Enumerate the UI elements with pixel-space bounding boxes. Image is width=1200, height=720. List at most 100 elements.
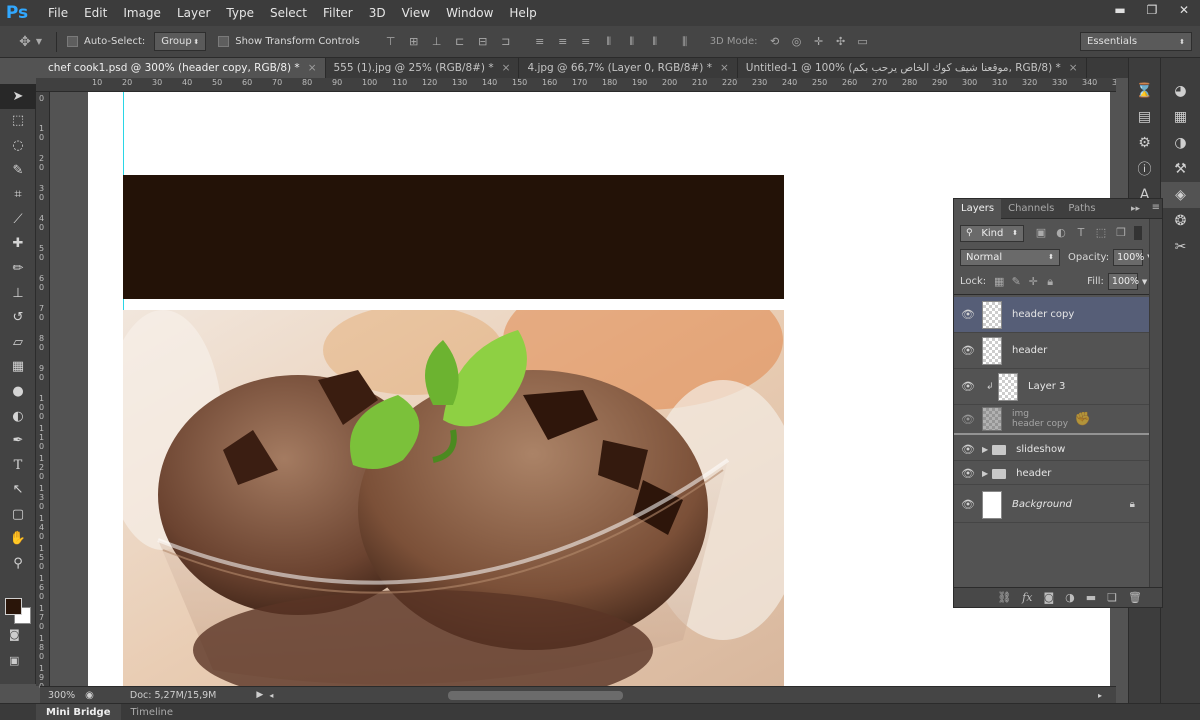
eraser-tool-icon[interactable]: ▱ — [0, 330, 36, 355]
distribute-hcenter-icon[interactable]: ⦀ — [625, 35, 639, 49]
transform-controls-checkbox[interactable] — [218, 36, 230, 47]
distribute-left-icon[interactable]: ⦀ — [602, 35, 616, 49]
filter-shape-icon[interactable]: ⬚ — [1094, 226, 1108, 240]
distribute-top-icon[interactable]: ≡ — [533, 35, 547, 49]
restore-icon[interactable]: ❐ — [1136, 0, 1168, 20]
lasso-tool-icon[interactable]: ◌ — [0, 133, 36, 158]
zoom-level[interactable]: 300% — [48, 690, 75, 701]
layer-row[interactable]: 👁︎ header — [954, 333, 1149, 369]
menu-layer[interactable]: Layer — [169, 0, 218, 26]
distribute-bottom-icon[interactable]: ≡ — [579, 35, 593, 49]
gradient-tool-icon[interactable]: ▦ — [0, 355, 36, 380]
eye-icon[interactable]: 👁︎ — [954, 443, 982, 456]
tab-layers[interactable]: Layers — [954, 198, 1002, 219]
layer-row[interactable]: 👁︎ Background 🔒︎ — [954, 487, 1149, 523]
auto-select-dropdown[interactable]: Group ⬍ — [154, 32, 207, 51]
path-select-tool-icon[interactable]: ↖ — [0, 478, 36, 503]
close-icon[interactable]: × — [720, 62, 729, 74]
lock-position-icon[interactable]: ✛ — [1026, 275, 1040, 289]
layer-row[interactable]: 👁︎ ↲ Layer 3 — [954, 369, 1149, 405]
align-right-icon[interactable]: ⊐ — [499, 35, 513, 49]
status-menu-arrow-icon[interactable]: ▶ — [256, 690, 263, 700]
layers-panel-icon[interactable]: ◈ — [1161, 182, 1200, 208]
menu-type[interactable]: Type — [218, 0, 262, 26]
minimize-icon[interactable]: ▬ — [1104, 0, 1136, 20]
align-hcenter-icon[interactable]: ⊟ — [476, 35, 490, 49]
blur-tool-icon[interactable]: ● — [0, 379, 36, 404]
chevron-down-icon[interactable]: ▼ — [1142, 278, 1147, 286]
horizontal-scrollbar-thumb[interactable] — [448, 691, 623, 700]
styles-panel-icon[interactable]: ⚒ — [1161, 156, 1200, 182]
new-group-icon[interactable]: ▬ — [1086, 591, 1096, 604]
collapse-icon[interactable]: ▸▸ — [1131, 204, 1140, 214]
eye-icon[interactable]: 👁︎ — [954, 308, 982, 321]
scroll-right-icon[interactable]: ▸ — [1098, 691, 1102, 700]
align-vcenter-icon[interactable]: ⊞ — [407, 35, 421, 49]
ice-cream-photo[interactable] — [123, 310, 784, 686]
move-tool-icon[interactable]: ➤ — [0, 84, 36, 109]
fill-input[interactable]: 100% — [1107, 273, 1139, 290]
new-layer-icon[interactable]: ❏ — [1107, 591, 1117, 604]
chevron-down-icon[interactable]: ▼ — [32, 35, 46, 49]
fx-icon[interactable]: fx — [1022, 591, 1032, 604]
menu-image[interactable]: Image — [115, 0, 169, 26]
pen-tool-icon[interactable]: ✒ — [0, 428, 36, 453]
color-panel-icon[interactable]: ◕ — [1161, 78, 1200, 104]
expand-arrow-icon[interactable]: ▶ — [982, 469, 988, 478]
filter-type-icon[interactable]: T — [1074, 226, 1088, 240]
3d-slide-icon[interactable]: ✣ — [834, 35, 848, 49]
3d-roll-icon[interactable]: ◎ — [790, 35, 804, 49]
dodge-tool-icon[interactable]: ◐ — [0, 404, 36, 429]
trash-icon[interactable]: 🗑︎ — [1128, 591, 1142, 604]
doc-tab[interactable]: 555 (1).jpg @ 25% (RGB/8#) * × — [326, 58, 520, 78]
stamp-tool-icon[interactable]: ⊥ — [0, 281, 36, 306]
auto-align-icon[interactable]: ⫼ — [678, 35, 692, 49]
align-bottom-icon[interactable]: ⊥ — [430, 35, 444, 49]
blend-mode-dropdown[interactable]: Normal ⬍ — [960, 248, 1060, 266]
layer-group-row[interactable]: 👁︎ ▶ header — [954, 463, 1149, 485]
new-adjustment-icon[interactable]: ◑ — [1065, 591, 1075, 604]
adjust-icon[interactable]: ⚙ — [1129, 130, 1160, 156]
eye-icon[interactable]: 👁︎ — [954, 344, 982, 357]
distribute-right-icon[interactable]: ⦀ — [648, 35, 662, 49]
foreground-color-swatch[interactable] — [5, 598, 22, 615]
eye-icon[interactable]: 👁︎ — [954, 467, 982, 480]
layer-row-dragging[interactable]: 👁︎ img header copy ✊ — [954, 405, 1149, 435]
menu-edit[interactable]: Edit — [76, 0, 115, 26]
status-info-icon[interactable]: ◉ — [85, 690, 94, 701]
tab-timeline[interactable]: Timeline — [121, 704, 184, 720]
hand-tool-icon[interactable]: ✋ — [0, 527, 36, 552]
menu-3d[interactable]: 3D — [361, 0, 394, 26]
layer-group-row[interactable]: 👁︎ ▶ slideshow — [954, 439, 1149, 461]
lock-all-icon[interactable]: 🔒︎ — [1043, 275, 1057, 289]
adjustments-panel-icon[interactable]: ◑ — [1161, 130, 1200, 156]
menu-view[interactable]: View — [394, 0, 438, 26]
properties-icon[interactable]: ▤ — [1129, 104, 1160, 130]
screen-mode-icon[interactable]: ▣ — [9, 654, 19, 667]
layers-scrollbar[interactable] — [1149, 219, 1162, 587]
3d-drag-icon[interactable]: ✛ — [812, 35, 826, 49]
eye-icon[interactable]: 👁︎ — [954, 413, 982, 426]
tab-channels[interactable]: Channels — [1001, 199, 1061, 219]
paths-panel-icon[interactable]: ✂ — [1161, 234, 1200, 260]
history-brush-tool-icon[interactable]: ↺ — [0, 305, 36, 330]
doc-tab[interactable]: 4.jpg @ 66,7% (Layer 0, RGB/8#) * × — [519, 58, 738, 78]
filter-pixel-icon[interactable]: ▣ — [1034, 226, 1048, 240]
menu-select[interactable]: Select — [262, 0, 315, 26]
marquee-tool-icon[interactable]: ⬚ — [0, 109, 36, 134]
menu-file[interactable]: File — [40, 0, 76, 26]
close-icon[interactable]: ✕ — [1168, 0, 1200, 20]
doc-tab[interactable]: Untitled-1 @ 100% (موقعنا شيف كوك الخاص … — [738, 58, 1087, 78]
doc-tab[interactable]: chef cook1.psd @ 300% (header copy, RGB/… — [40, 58, 326, 78]
history-icon[interactable]: ⌛ — [1129, 78, 1160, 104]
close-icon[interactable]: × — [502, 62, 511, 74]
filter-adjustment-icon[interactable]: ◐ — [1054, 226, 1068, 240]
tab-mini-bridge[interactable]: Mini Bridge — [36, 703, 121, 720]
lock-image-icon[interactable]: ✎ — [1009, 275, 1023, 289]
healing-tool-icon[interactable]: ✚ — [0, 232, 36, 257]
auto-select-checkbox[interactable] — [67, 36, 78, 47]
quick-mask-icon[interactable]: ◙ — [9, 628, 20, 641]
filter-smart-object-icon[interactable]: ❒ — [1114, 226, 1128, 240]
menu-filter[interactable]: Filter — [315, 0, 361, 26]
tab-paths[interactable]: Paths — [1061, 199, 1102, 219]
